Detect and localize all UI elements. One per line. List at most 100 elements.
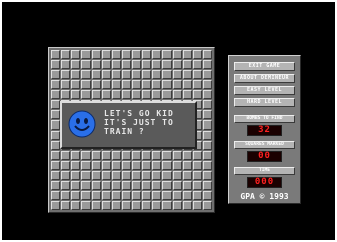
mine-cell[interactable] (172, 90, 182, 100)
mine-cell[interactable] (202, 130, 212, 140)
mine-cell[interactable] (192, 190, 202, 200)
mine-cell[interactable] (202, 70, 212, 80)
mine-cell[interactable] (91, 60, 101, 70)
mine-cell[interactable] (132, 50, 142, 60)
mine-cell[interactable] (172, 190, 182, 200)
mine-cell[interactable] (142, 180, 152, 190)
mine-cell[interactable] (101, 200, 111, 210)
mine-cell[interactable] (51, 200, 61, 210)
mine-cell[interactable] (111, 170, 121, 180)
mine-cell[interactable] (81, 200, 91, 210)
mine-cell[interactable] (202, 50, 212, 60)
mine-cell[interactable] (152, 180, 162, 190)
mine-cell[interactable] (162, 60, 172, 70)
mine-cell[interactable] (51, 60, 61, 70)
mine-cell[interactable] (182, 200, 192, 210)
mine-cell[interactable] (182, 90, 192, 100)
mine-cell[interactable] (61, 190, 71, 200)
mine-cell[interactable] (172, 70, 182, 80)
mine-cell[interactable] (152, 170, 162, 180)
mine-cell[interactable] (162, 70, 172, 80)
mine-cell[interactable] (61, 150, 71, 160)
mine-cell[interactable] (91, 200, 101, 210)
mine-cell[interactable] (202, 60, 212, 70)
mine-cell[interactable] (121, 90, 131, 100)
mine-cell[interactable] (81, 60, 91, 70)
mine-cell[interactable] (162, 150, 172, 160)
mine-cell[interactable] (192, 180, 202, 190)
mine-cell[interactable] (71, 150, 81, 160)
mine-cell[interactable] (71, 180, 81, 190)
mine-cell[interactable] (202, 150, 212, 160)
mine-cell[interactable] (51, 90, 61, 100)
mine-cell[interactable] (91, 190, 101, 200)
mine-cell[interactable] (51, 160, 61, 170)
mine-cell[interactable] (61, 70, 71, 80)
mine-cell[interactable] (111, 90, 121, 100)
mine-cell[interactable] (61, 160, 71, 170)
mine-cell[interactable] (51, 120, 61, 130)
mine-cell[interactable] (91, 160, 101, 170)
mine-cell[interactable] (162, 170, 172, 180)
mine-cell[interactable] (111, 180, 121, 190)
mine-cell[interactable] (121, 200, 131, 210)
mine-cell[interactable] (111, 50, 121, 60)
mine-cell[interactable] (81, 170, 91, 180)
mine-cell[interactable] (162, 80, 172, 90)
mine-cell[interactable] (202, 170, 212, 180)
mine-cell[interactable] (71, 90, 81, 100)
mine-cell[interactable] (111, 150, 121, 160)
mine-cell[interactable] (51, 100, 61, 110)
about-button[interactable]: ABOUT DEMINEUR (234, 74, 295, 83)
mine-cell[interactable] (101, 190, 111, 200)
mine-cell[interactable] (142, 170, 152, 180)
mine-cell[interactable] (182, 70, 192, 80)
mine-cell[interactable] (71, 50, 81, 60)
mine-cell[interactable] (132, 80, 142, 90)
mine-cell[interactable] (51, 140, 61, 150)
mine-cell[interactable] (202, 110, 212, 120)
mine-cell[interactable] (192, 70, 202, 80)
mine-cell[interactable] (182, 60, 192, 70)
mine-cell[interactable] (162, 190, 172, 200)
mine-cell[interactable] (152, 160, 162, 170)
mine-cell[interactable] (61, 50, 71, 60)
mine-cell[interactable] (61, 200, 71, 210)
mine-cell[interactable] (51, 70, 61, 80)
mine-cell[interactable] (132, 90, 142, 100)
mine-cell[interactable] (152, 80, 162, 90)
mine-cell[interactable] (192, 150, 202, 160)
mine-cell[interactable] (192, 160, 202, 170)
mine-cell[interactable] (132, 60, 142, 70)
mine-cell[interactable] (71, 160, 81, 170)
mine-cell[interactable] (172, 180, 182, 190)
mine-cell[interactable] (172, 150, 182, 160)
mine-cell[interactable] (71, 170, 81, 180)
mine-cell[interactable] (71, 200, 81, 210)
mine-cell[interactable] (162, 50, 172, 60)
mine-cell[interactable] (142, 80, 152, 90)
mine-cell[interactable] (121, 190, 131, 200)
mine-cell[interactable] (182, 170, 192, 180)
mine-cell[interactable] (162, 160, 172, 170)
mine-cell[interactable] (192, 90, 202, 100)
mine-cell[interactable] (121, 160, 131, 170)
mine-cell[interactable] (182, 50, 192, 60)
mine-cell[interactable] (61, 180, 71, 190)
mine-cell[interactable] (121, 150, 131, 160)
mine-cell[interactable] (101, 170, 111, 180)
mine-cell[interactable] (61, 60, 71, 70)
mine-cell[interactable] (51, 180, 61, 190)
mine-cell[interactable] (91, 170, 101, 180)
mine-cell[interactable] (81, 90, 91, 100)
mine-cell[interactable] (202, 180, 212, 190)
mine-cell[interactable] (121, 60, 131, 70)
mine-cell[interactable] (172, 170, 182, 180)
mine-cell[interactable] (91, 150, 101, 160)
mine-cell[interactable] (152, 190, 162, 200)
mine-cell[interactable] (142, 60, 152, 70)
mine-cell[interactable] (101, 180, 111, 190)
mine-cell[interactable] (121, 170, 131, 180)
mine-cell[interactable] (202, 200, 212, 210)
mine-cell[interactable] (101, 160, 111, 170)
